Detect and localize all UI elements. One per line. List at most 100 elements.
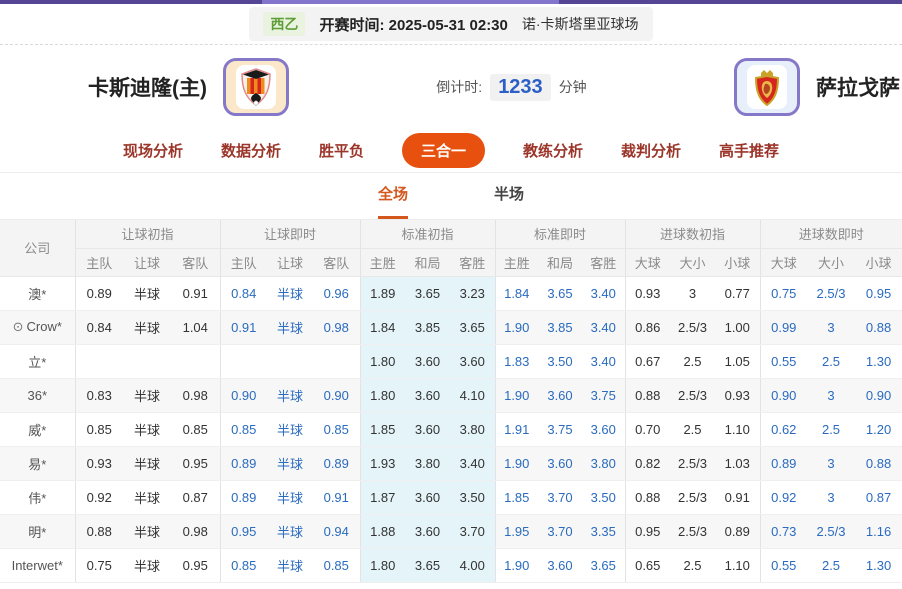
odds-cell[interactable]: 3.75 — [582, 378, 625, 413]
odds-cell[interactable]: 3.70 — [538, 480, 582, 515]
odds-cell[interactable]: 0.89 — [219, 446, 267, 481]
odds-cell[interactable]: 3.40 — [582, 310, 625, 345]
odds-cell[interactable]: 1.80 — [359, 548, 405, 583]
odds-cell[interactable]: 3 — [807, 378, 856, 413]
odds-cell[interactable]: 3.60 — [538, 446, 582, 481]
odds-cell[interactable]: 2.5/3 — [670, 480, 715, 515]
odds-cell[interactable]: 3.50 — [538, 344, 582, 379]
odds-cell[interactable]: 3.23 — [450, 276, 495, 311]
odds-cell[interactable]: 3.60 — [538, 378, 582, 413]
odds-cell[interactable]: 2.5/3 — [670, 514, 715, 549]
company-cell[interactable]: 36* — [0, 378, 75, 413]
odds-cell[interactable]: 3.85 — [405, 310, 450, 345]
odds-cell[interactable]: 3.80 — [405, 446, 450, 481]
odds-cell[interactable]: 0.89 — [313, 446, 360, 481]
company-cell[interactable]: 威* — [0, 412, 75, 447]
odds-cell[interactable]: 1.30 — [855, 344, 902, 379]
odds-cell[interactable]: 0.93 — [715, 378, 761, 413]
odds-cell[interactable]: 3.50 — [450, 480, 495, 515]
odds-cell[interactable]: 0.87 — [171, 480, 220, 515]
odds-cell[interactable]: 2.5 — [670, 548, 715, 583]
odds-cell[interactable]: 0.75 — [759, 276, 808, 311]
odds-cell[interactable]: 3.60 — [450, 344, 495, 379]
odds-cell[interactable]: 0.86 — [624, 310, 670, 345]
odds-cell[interactable]: 0.83 — [74, 378, 123, 413]
odds-cell[interactable]: 半球 — [267, 480, 313, 515]
odds-cell[interactable]: 3.65 — [405, 276, 450, 311]
odds-cell[interactable]: 0.88 — [624, 480, 670, 515]
odds-cell[interactable]: 0.92 — [74, 480, 123, 515]
odds-cell[interactable]: 1.20 — [855, 412, 902, 447]
odds-cell[interactable]: 0.89 — [759, 446, 808, 481]
odds-cell[interactable]: 1.03 — [715, 446, 761, 481]
odds-cell[interactable]: 1.90 — [494, 548, 538, 583]
odds-cell[interactable]: 0.85 — [74, 412, 123, 447]
odds-cell[interactable]: 3.75 — [538, 412, 582, 447]
odds-cell[interactable]: 0.92 — [759, 480, 808, 515]
company-cell[interactable]: 澳* — [0, 276, 75, 311]
odds-cell[interactable]: 1.95 — [494, 514, 538, 549]
odds-cell[interactable]: 2.5 — [670, 344, 715, 379]
odds-cell[interactable]: 0.93 — [74, 446, 123, 481]
odds-cell[interactable]: 0.84 — [74, 310, 123, 345]
odds-cell[interactable]: 0.94 — [313, 514, 360, 549]
odds-cell[interactable]: 1.93 — [359, 446, 405, 481]
odds-cell[interactable]: 4.00 — [450, 548, 495, 583]
odds-cell[interactable]: 2.5/3 — [670, 446, 715, 481]
odds-cell[interactable]: 0.65 — [624, 548, 670, 583]
odds-cell[interactable]: 0.89 — [74, 276, 123, 311]
odds-cell[interactable]: 0.98 — [171, 378, 220, 413]
odds-cell[interactable]: 2.5/3 — [670, 378, 715, 413]
odds-cell[interactable]: 3.60 — [405, 378, 450, 413]
odds-cell[interactable]: 0.95 — [624, 514, 670, 549]
odds-cell[interactable]: 0.91 — [219, 310, 267, 345]
odds-cell[interactable]: 0.89 — [715, 514, 761, 549]
odds-cell[interactable]: 0.96 — [313, 276, 360, 311]
odds-cell[interactable]: 3.65 — [538, 276, 582, 311]
odds-cell[interactable]: 3 — [807, 480, 856, 515]
nav-tab-1[interactable]: 现场分析 — [123, 140, 183, 161]
company-cell[interactable]: 明* — [0, 514, 75, 549]
odds-cell[interactable]: 半球 — [123, 378, 171, 413]
odds-cell[interactable]: 0.73 — [759, 514, 808, 549]
odds-cell[interactable]: 0.95 — [219, 514, 267, 549]
odds-cell[interactable]: 2.5 — [807, 344, 856, 379]
odds-cell[interactable]: 3.60 — [405, 514, 450, 549]
odds-cell[interactable]: 半球 — [267, 412, 313, 447]
company-cell[interactable]: Interwet* — [0, 548, 75, 583]
company-cell[interactable]: 伟* — [0, 480, 75, 515]
odds-cell[interactable]: 半球 — [123, 446, 171, 481]
odds-cell[interactable]: 3.40 — [450, 446, 495, 481]
odds-cell[interactable]: 0.62 — [759, 412, 808, 447]
sub-tab-1[interactable]: 全场 — [377, 183, 408, 219]
odds-cell[interactable]: 1.30 — [855, 548, 902, 583]
odds-cell[interactable]: 0.85 — [171, 412, 220, 447]
odds-cell[interactable]: 1.80 — [359, 378, 405, 413]
league-badge[interactable]: 西乙 — [263, 12, 306, 36]
odds-cell[interactable]: 1.90 — [494, 310, 538, 345]
nav-tab-2[interactable]: 数据分析 — [221, 140, 281, 161]
odds-cell[interactable]: 半球 — [267, 514, 313, 549]
odds-cell[interactable]: 2.5 — [807, 548, 856, 583]
odds-cell[interactable]: 2.5/3 — [670, 310, 715, 345]
odds-cell[interactable]: 0.77 — [715, 276, 761, 311]
odds-cell[interactable]: 半球 — [267, 548, 313, 583]
odds-cell[interactable]: 2.5/3 — [807, 276, 856, 311]
odds-cell[interactable]: 3.50 — [582, 480, 625, 515]
odds-cell[interactable]: 0.91 — [313, 480, 360, 515]
odds-cell[interactable]: 3.60 — [405, 412, 450, 447]
odds-cell[interactable]: 半球 — [267, 378, 313, 413]
odds-cell[interactable]: 0.88 — [855, 310, 902, 345]
odds-cell[interactable]: 3.80 — [450, 412, 495, 447]
odds-cell[interactable]: 1.05 — [715, 344, 761, 379]
odds-cell[interactable]: 半球 — [123, 412, 171, 447]
odds-cell[interactable]: 0.99 — [759, 310, 808, 345]
company-cell[interactable]: 立* — [0, 344, 75, 379]
odds-cell[interactable]: 0.95 — [171, 446, 220, 481]
odds-cell[interactable]: 半球 — [267, 276, 313, 311]
odds-cell[interactable]: 3.60 — [538, 548, 582, 583]
odds-cell[interactable]: 0.98 — [171, 514, 220, 549]
odds-cell[interactable]: 1.80 — [359, 344, 405, 379]
odds-cell[interactable]: 0.90 — [855, 378, 902, 413]
odds-cell[interactable]: 1.00 — [715, 310, 761, 345]
